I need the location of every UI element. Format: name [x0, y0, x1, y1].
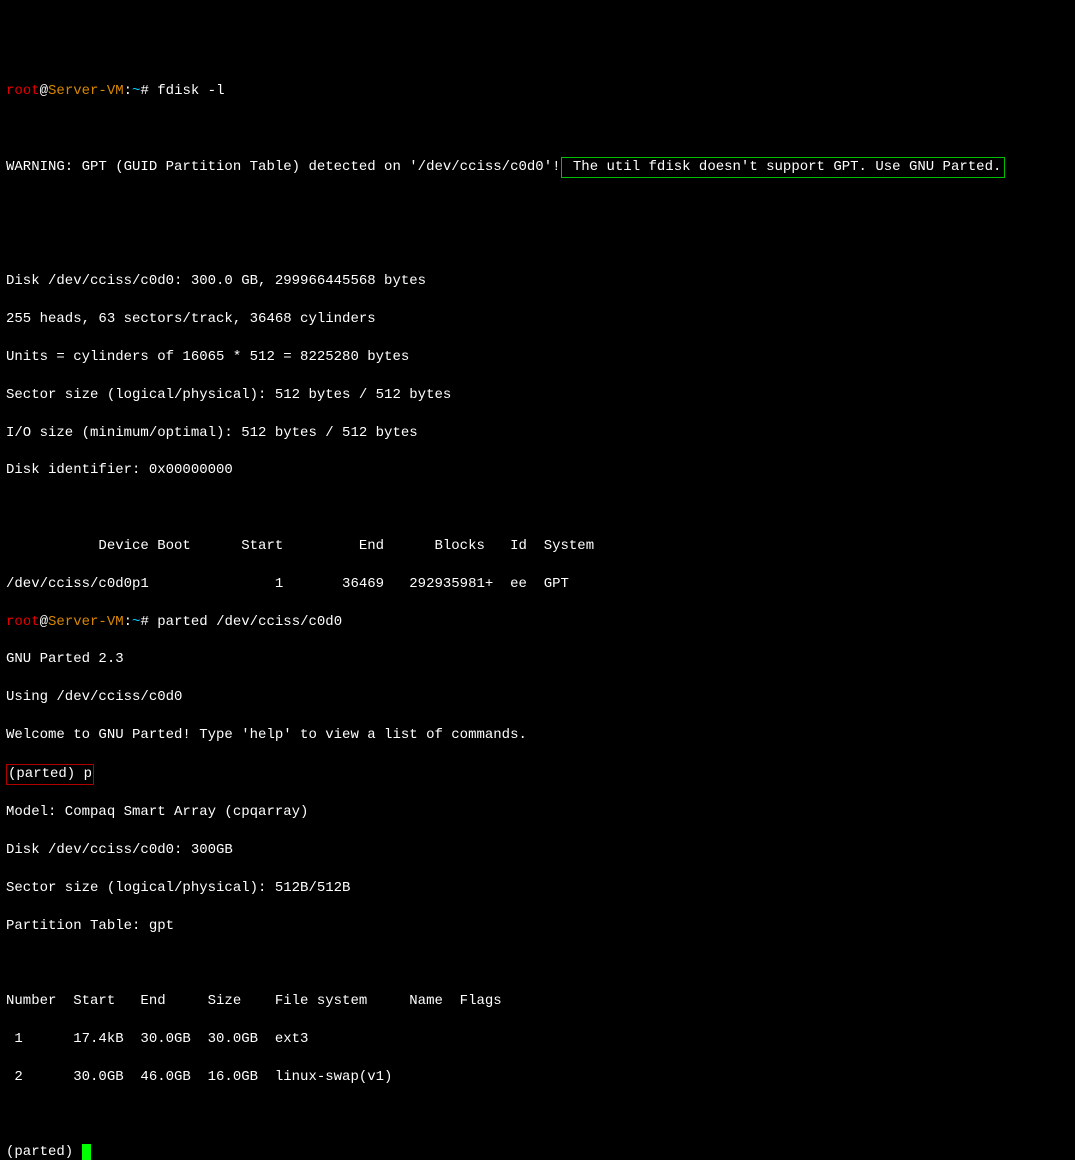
warning-line: WARNING: GPT (GUID Partition Table) dete… — [6, 157, 1069, 178]
parted-prompt: (parted) — [6, 1144, 82, 1160]
parted-prompt-line: (parted) p — [6, 764, 1069, 785]
parted-output: GNU Parted 2.3 — [6, 650, 1069, 669]
model-info: Sector size (logical/physical): 512B/512… — [6, 879, 1069, 898]
parted-partition-row: 1 17.4kB 30.0GB 30.0GB ext3 — [6, 1030, 1069, 1049]
prompt-user: root — [6, 614, 40, 630]
parted-prompt-final-line[interactable]: (parted) — [6, 1143, 1069, 1160]
blank-line — [6, 235, 1069, 254]
parted-output: Using /dev/cciss/c0d0 — [6, 688, 1069, 707]
blank-line — [6, 1106, 1069, 1125]
disk-info: I/O size (minimum/optimal): 512 bytes / … — [6, 424, 1069, 443]
disk-info: Sector size (logical/physical): 512 byte… — [6, 386, 1069, 405]
model-info: Partition Table: gpt — [6, 917, 1069, 936]
parted-partition-row: 2 30.0GB 46.0GB 16.0GB linux-swap(v1) — [6, 1068, 1069, 1087]
cursor-block — [82, 1144, 91, 1160]
blank-line — [6, 197, 1069, 216]
parted-prompt-highlight-box: (parted) p — [6, 764, 94, 785]
prompt-line-1: root@Server-VM:~# fdisk -l — [6, 82, 1069, 101]
disk-info: Disk identifier: 0x00000000 — [6, 461, 1069, 480]
blank-line — [6, 499, 1069, 518]
parted-prompt: (parted) — [8, 766, 84, 782]
warning-highlight-box: The util fdisk doesn't support GPT. Use … — [561, 157, 1006, 178]
blank-line — [6, 955, 1069, 974]
disk-info: Units = cylinders of 16065 * 512 = 82252… — [6, 348, 1069, 367]
parted-output: Welcome to GNU Parted! Type 'help' to vi… — [6, 726, 1069, 745]
prompt-host: Server-VM — [48, 83, 124, 99]
partition-table-row: /dev/cciss/c0d0p1 1 36469 292935981+ ee … — [6, 575, 1069, 594]
prompt-user: root — [6, 83, 40, 99]
prompt-path: ~ — [132, 614, 140, 630]
command-fdisk: fdisk -l — [157, 83, 224, 99]
warning-prefix: WARNING: GPT (GUID Partition Table) dete… — [6, 159, 561, 175]
parted-partition-header: Number Start End Size File system Name F… — [6, 992, 1069, 1011]
partition-table-header: Device Boot Start End Blocks Id System — [6, 537, 1069, 556]
disk-info: Disk /dev/cciss/c0d0: 300.0 GB, 29996644… — [6, 272, 1069, 291]
model-info: Model: Compaq Smart Array (cpqarray) — [6, 803, 1069, 822]
model-info: Disk /dev/cciss/c0d0: 300GB — [6, 841, 1069, 860]
command-parted: parted /dev/cciss/c0d0 — [157, 614, 342, 630]
prompt-host: Server-VM — [48, 614, 124, 630]
parted-command-p: p — [84, 766, 92, 782]
prompt-line-2: root@Server-VM:~# parted /dev/cciss/c0d0 — [6, 613, 1069, 632]
blank-line — [6, 119, 1069, 138]
disk-info: 255 heads, 63 sectors/track, 36468 cylin… — [6, 310, 1069, 329]
